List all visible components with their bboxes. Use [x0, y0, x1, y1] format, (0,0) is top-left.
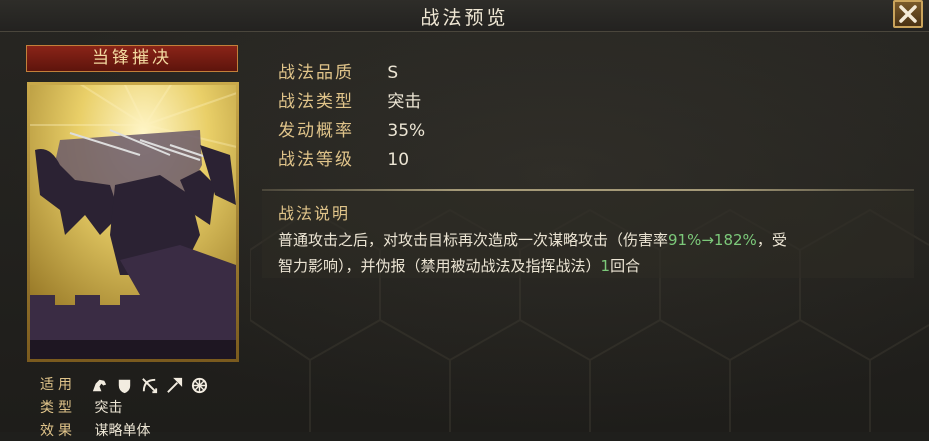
title-bar: 战法预览 — [0, 0, 929, 32]
siege-icon — [190, 376, 209, 395]
shield-icon — [115, 376, 134, 395]
meta-row-type: 类型 突击 — [40, 398, 122, 418]
stat-label: 战法等级 — [278, 150, 354, 170]
stat-type: 战法类型 突击 — [278, 90, 421, 114]
tactic-card — [27, 82, 239, 362]
description-text: 普通攻击之后，对攻击目标再次造成一次谋略攻击（伤害率91%→182%，受 智力影… — [278, 227, 903, 279]
stat-value: 35% — [387, 121, 426, 141]
stat-trigger-rate: 发动概率 35% — [278, 119, 425, 143]
stat-level: 战法等级 10 — [278, 148, 409, 172]
stat-label: 发动概率 — [278, 121, 354, 141]
meta-row-effect: 效果 谋略单体 — [40, 421, 150, 441]
tactic-artwork — [30, 85, 236, 359]
stat-value: 突击 — [387, 92, 422, 112]
description-header: 战法说明 — [278, 204, 351, 223]
description-line1-tail: ，受 — [756, 231, 787, 249]
section-divider — [262, 189, 914, 191]
unit-type-icons — [90, 375, 209, 395]
meta-label: 效果 — [40, 423, 76, 439]
page-title: 战法预览 — [420, 7, 509, 29]
stat-quality: 战法品质 S — [278, 61, 398, 85]
stat-value: 10 — [387, 150, 410, 170]
stat-label: 战法品质 — [278, 63, 354, 83]
tactic-name: 当锋摧决 — [26, 45, 238, 72]
stat-value: S — [387, 63, 399, 83]
description-line2-tail: 回合 — [610, 257, 641, 275]
meta-row-applicable: 适用 — [40, 375, 90, 395]
spear-icon — [165, 376, 184, 395]
close-icon — [899, 5, 917, 23]
archer-icon — [140, 376, 159, 395]
description-line1-text: 普通攻击之后，对攻击目标再次造成一次谋略攻击（伤害率 — [278, 231, 669, 249]
description-line2-text: 智力影响），并伪报（禁用被动战法及指挥战法） — [278, 257, 601, 275]
meta-value: 谋略单体 — [94, 423, 151, 439]
duration-value: 1 — [600, 257, 611, 275]
meta-label: 适用 — [40, 377, 76, 393]
damage-rate-value: 91%→182% — [668, 231, 757, 249]
stat-label: 战法类型 — [278, 92, 354, 112]
meta-value: 突击 — [94, 400, 123, 416]
cavalry-icon — [90, 376, 109, 395]
close-button[interactable] — [893, 0, 923, 28]
meta-label: 类型 — [40, 400, 76, 416]
